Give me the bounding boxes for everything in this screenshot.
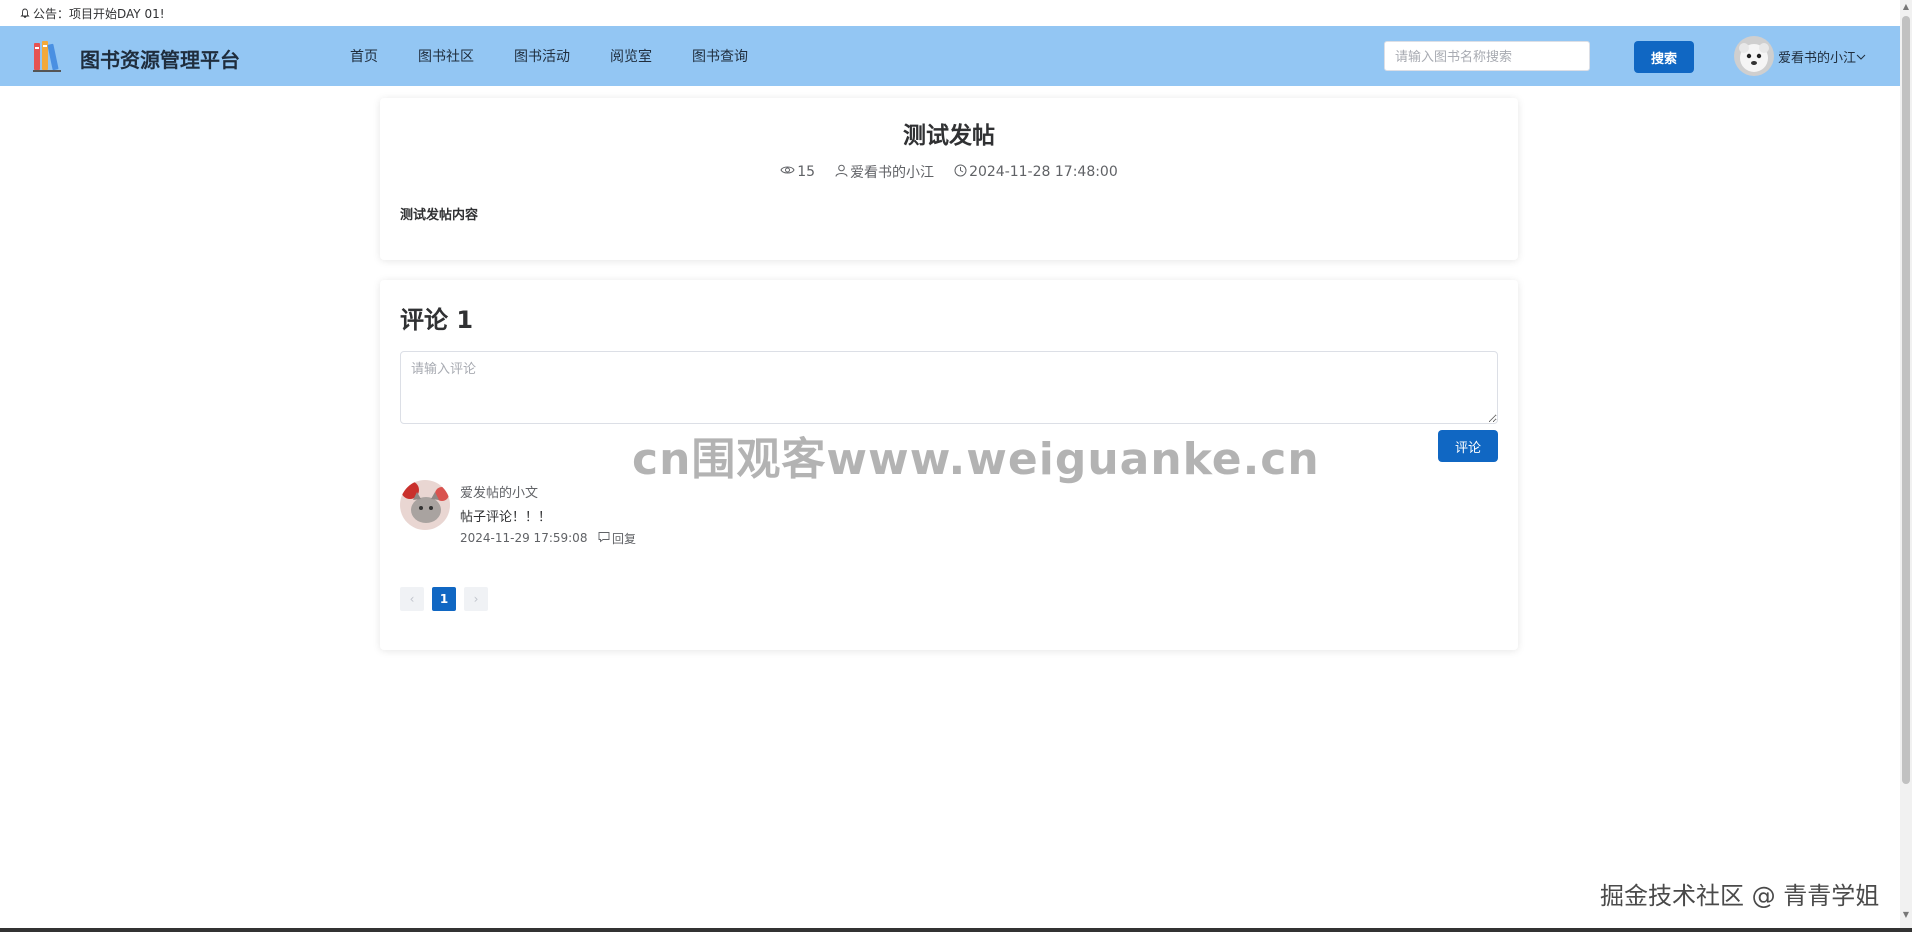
post-content: 测试发帖内容 [400, 208, 479, 223]
submit-comment-button[interactable]: 评论 [1438, 430, 1498, 462]
search-button[interactable]: 搜索 [1634, 41, 1694, 73]
comment-input[interactable] [400, 351, 1498, 424]
pagination: ‹ 1 › [400, 587, 496, 611]
menu-item-home[interactable]: 首页 [350, 46, 378, 66]
user-icon [835, 164, 850, 181]
watermark-text: cn围观客www.weiguanke.cn [632, 434, 1320, 485]
user-name: 爱看书的小江 [1778, 50, 1857, 66]
post-author-name: 爱看书的小江 [850, 165, 935, 181]
credit-text: 掘金技术社区 @ 青青学姐 [1600, 882, 1880, 910]
scrollbar[interactable]: ▲ ▼ [1900, 0, 1912, 932]
menu-item-book-search[interactable]: 图书查询 [692, 46, 748, 66]
user-menu[interactable]: 爱看书的小江 [1734, 36, 1866, 76]
scroll-up-icon[interactable]: ▲ [1902, 2, 1910, 12]
post-views: 15 [780, 162, 815, 182]
bell-icon [20, 8, 30, 18]
clock-icon [954, 164, 969, 181]
reply-button[interactable]: 回复 [598, 530, 636, 547]
scroll-down-icon[interactable]: ▼ [1902, 910, 1910, 920]
comment-time: 2024-11-29 17:59:08 [460, 531, 588, 545]
comment-username: 爱发帖的小文 [460, 486, 539, 501]
list-item: 爱发帖的小文 帖子评论！！！ 2024-11-29 17:59:08 回复 [400, 480, 1498, 550]
logo[interactable]: 图书资源管理平台 [32, 39, 240, 77]
menu-item-reading-room[interactable]: 阅览室 [610, 46, 652, 66]
page-number-button[interactable]: 1 [432, 587, 456, 611]
reply-label: 回复 [612, 532, 637, 546]
comment-section-title: 评论 1 [400, 306, 474, 334]
navbar: 图书资源管理平台 首页 图书社区 图书活动 阅览室 图书查询 搜索 爱看书的小江 [0, 26, 1900, 86]
post-title: 测试发帖 [903, 123, 995, 149]
bottom-border [0, 928, 1912, 932]
post-views-count: 15 [797, 164, 816, 180]
books-icon [32, 39, 66, 77]
post-time-text: 2024-11-28 17:48:00 [969, 164, 1118, 180]
post-time: 2024-11-28 17:48:00 [954, 162, 1118, 182]
comment-text: 帖子评论！！！ [460, 510, 552, 525]
notice-text: 公告：项目开始DAY 01! [33, 6, 165, 21]
menu-item-community[interactable]: 图书社区 [418, 46, 474, 66]
chevron-down-icon [1856, 47, 1866, 66]
menu-item-activities[interactable]: 图书活动 [514, 46, 570, 66]
app-title: 图书资源管理平台 [80, 47, 240, 72]
avatar[interactable] [400, 480, 450, 530]
next-page-button[interactable]: › [464, 587, 488, 611]
scroll-thumb[interactable] [1902, 16, 1910, 784]
user-avatar[interactable] [1734, 36, 1774, 76]
post-meta: 15 爱看书的小江 2024-11-28 17:48:00 [380, 162, 1518, 182]
post-card: 测试发帖 15 爱看书的小江 2024-11-28 17:48:00 测试发帖内… [380, 98, 1518, 260]
main-menu: 首页 图书社区 图书活动 阅览室 图书查询 [350, 26, 788, 86]
notice-bar: 公告：项目开始DAY 01! [0, 0, 1900, 26]
comment-bubble-icon [598, 531, 612, 546]
prev-page-button[interactable]: ‹ [400, 587, 424, 611]
post-author: 爱看书的小江 [835, 162, 934, 182]
eye-icon [780, 164, 797, 180]
book-search-input[interactable] [1384, 41, 1590, 71]
